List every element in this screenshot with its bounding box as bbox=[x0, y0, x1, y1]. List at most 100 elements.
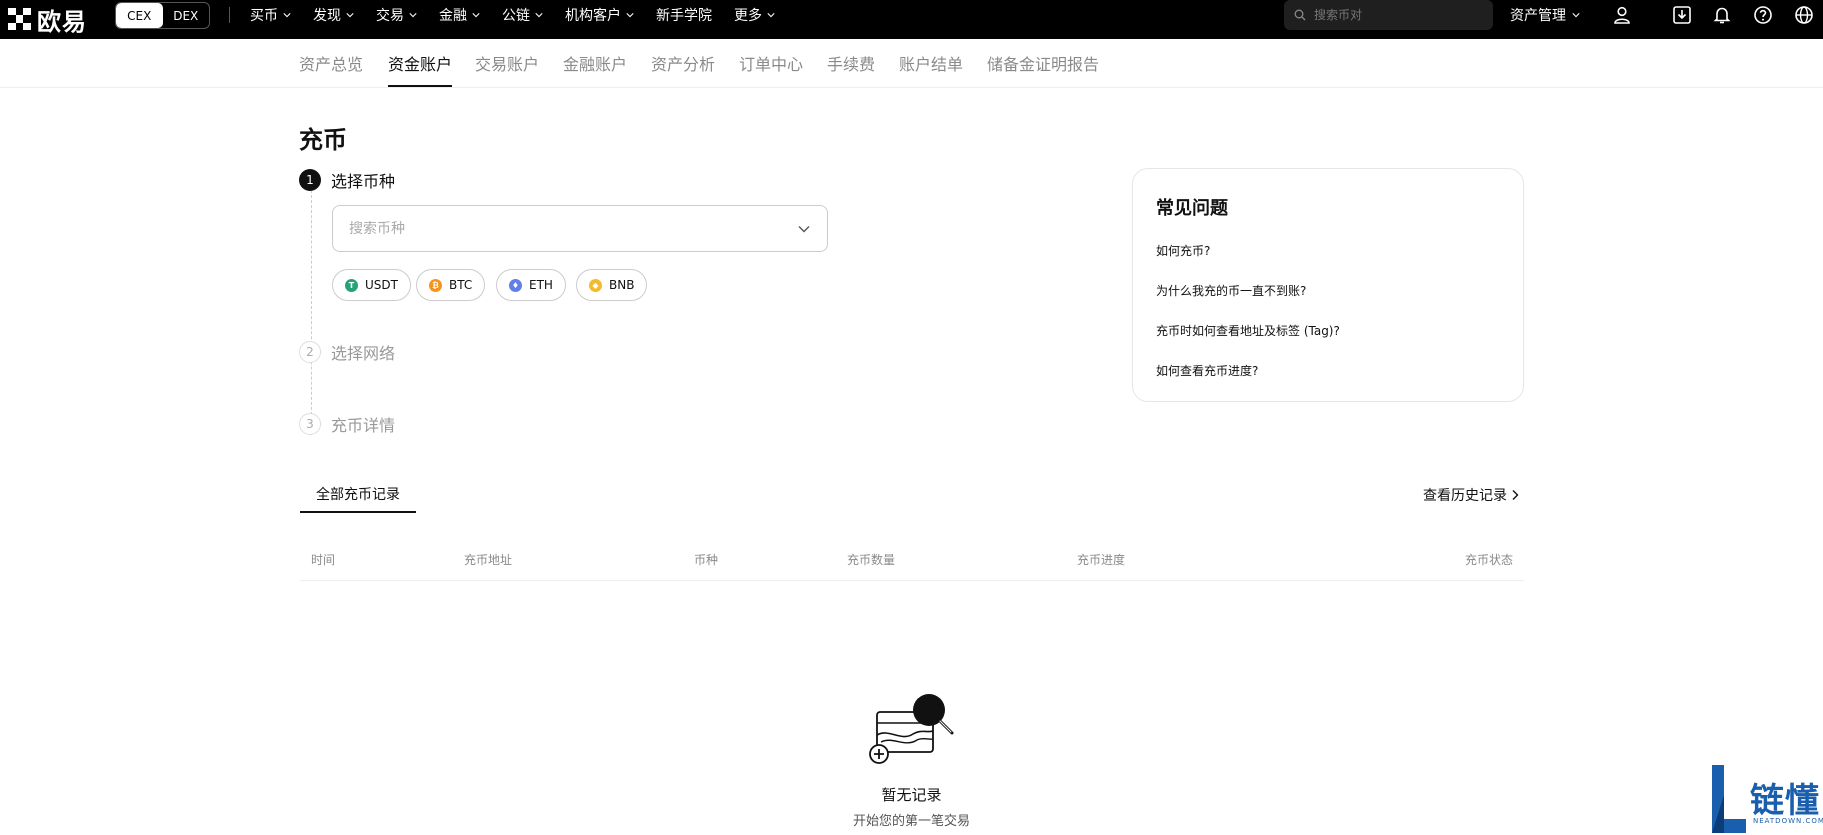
nav-learn[interactable]: 新手学院 bbox=[656, 5, 712, 25]
nav-institutional[interactable]: 机构客户 bbox=[565, 5, 634, 25]
chevron-down-icon bbox=[626, 13, 634, 18]
asset-management-label: 资产管理 bbox=[1510, 8, 1566, 24]
download-icon[interactable] bbox=[1670, 3, 1694, 27]
chevron-down-icon bbox=[472, 13, 480, 18]
empty-title: 暂无记录 bbox=[881, 786, 942, 804]
chevron-down-icon bbox=[767, 13, 775, 18]
bnb-icon: ◆ bbox=[589, 278, 602, 292]
step-select-coin: 1 选择币种 bbox=[299, 168, 395, 192]
tab-all-deposit-records[interactable]: 全部充币记录 bbox=[300, 472, 416, 513]
step-select-network: 2 选择网络 bbox=[299, 340, 395, 364]
tab-order-center[interactable]: 订单中心 bbox=[739, 51, 803, 87]
column-header: 充币状态 bbox=[1464, 553, 1513, 567]
watermark-l-mark-icon bbox=[1712, 765, 1746, 833]
column-header: 币种 bbox=[694, 553, 719, 567]
coin-select-dropdown[interactable] bbox=[332, 205, 828, 252]
usdt-icon: T bbox=[345, 278, 358, 292]
tab-statements[interactable]: 账户结单 bbox=[899, 51, 963, 87]
quick-coin-eth[interactable]: ♦ ETH bbox=[496, 269, 566, 301]
brand-name: 欧易 bbox=[37, 7, 87, 36]
chevron-down-icon bbox=[535, 13, 543, 18]
faq-card: 常见问题 如何充币? 为什么我充的币一直不到账? 充币时如何查看地址及标签 (T… bbox=[1132, 168, 1524, 402]
coin-symbol: USDT bbox=[365, 278, 398, 292]
tab-trading-account[interactable]: 交易账户 bbox=[475, 51, 539, 87]
step-label: 选择网络 bbox=[331, 344, 396, 363]
step-connector bbox=[311, 190, 312, 420]
chevron-down-icon bbox=[409, 13, 417, 18]
watermark-logo: 链懂 NEATDOWN.COM bbox=[1708, 763, 1823, 835]
logo-mark-icon bbox=[8, 7, 31, 31]
tab-finance-account[interactable]: 金融账户 bbox=[563, 51, 627, 87]
column-header: 充币数量 bbox=[847, 553, 896, 567]
asset-management-menu[interactable]: 资产管理 bbox=[1510, 0, 1580, 30]
account-sub-nav: 资产总览 资金账户 交易账户 金融账户 资产分析 订单中心 手续费 账户结单 储… bbox=[0, 39, 1823, 88]
user-icon[interactable] bbox=[1610, 3, 1634, 27]
chevron-right-icon bbox=[1512, 490, 1519, 500]
divider bbox=[229, 7, 230, 23]
coin-symbol: ETH bbox=[529, 278, 553, 292]
nav-trade[interactable]: 交易 bbox=[376, 5, 417, 25]
quick-coin-bnb[interactable]: ◆ BNB bbox=[576, 269, 648, 301]
empty-subtitle: 开始您的第一笔交易 bbox=[852, 814, 970, 829]
tab-funding-account[interactable]: 资金账户 bbox=[388, 51, 453, 87]
empty-records-icon bbox=[869, 694, 954, 764]
step-label: 充币详情 bbox=[331, 416, 396, 435]
cex-dex-switch: CEX DEX bbox=[115, 2, 210, 29]
help-icon[interactable] bbox=[1751, 3, 1775, 27]
nav-label: 公链 bbox=[502, 8, 530, 24]
view-history-link[interactable]: 查看历史记录 bbox=[1423, 485, 1520, 505]
coin-symbol: BTC bbox=[449, 278, 473, 292]
nav-chain[interactable]: 公链 bbox=[502, 5, 543, 25]
coin-search-input[interactable] bbox=[349, 220, 769, 237]
top-nav: 买币 发现 交易 金融 公链 机构客户 新手学院 更多 bbox=[250, 0, 775, 30]
column-header: 充币进度 bbox=[1077, 553, 1126, 567]
nav-label: 发现 bbox=[313, 8, 341, 24]
pair-search[interactable] bbox=[1284, 0, 1493, 30]
column-header: 时间 bbox=[311, 553, 336, 567]
tab-fees[interactable]: 手续费 bbox=[827, 51, 875, 87]
coin-symbol: BNB bbox=[609, 278, 635, 292]
nav-label: 新手学院 bbox=[656, 8, 712, 24]
step-number: 2 bbox=[299, 341, 321, 363]
cex-toggle[interactable]: CEX bbox=[116, 3, 163, 28]
nav-label: 买币 bbox=[250, 8, 278, 24]
globe-icon[interactable] bbox=[1792, 3, 1816, 27]
bell-icon[interactable] bbox=[1710, 3, 1734, 27]
chevron-down-icon bbox=[283, 13, 291, 18]
chevron-down-icon bbox=[1572, 13, 1580, 18]
tab-asset-overview[interactable]: 资产总览 bbox=[299, 51, 363, 87]
nav-more[interactable]: 更多 bbox=[734, 5, 775, 25]
watermark-subtext: NEATDOWN.COM bbox=[1753, 817, 1823, 825]
pair-search-input[interactable] bbox=[1314, 8, 1474, 22]
faq-item[interactable]: 为什么我充的币一直不到账? bbox=[1156, 282, 1306, 299]
nav-buy-crypto[interactable]: 买币 bbox=[250, 5, 291, 25]
search-icon bbox=[1294, 9, 1306, 21]
chevron-down-icon bbox=[346, 13, 354, 18]
dex-toggle[interactable]: DEX bbox=[163, 3, 210, 28]
quick-coin-btc[interactable]: ₿ BTC bbox=[416, 269, 486, 301]
nav-label: 机构客户 bbox=[565, 8, 621, 24]
faq-item[interactable]: 如何充币? bbox=[1156, 242, 1210, 259]
faq-item[interactable]: 充币时如何查看地址及标签 (Tag)? bbox=[1156, 322, 1340, 339]
faq-title: 常见问题 bbox=[1156, 198, 1228, 219]
nav-finance[interactable]: 金融 bbox=[439, 5, 480, 25]
btc-icon: ₿ bbox=[429, 278, 442, 292]
chevron-down-icon bbox=[798, 225, 810, 232]
nav-discover[interactable]: 发现 bbox=[313, 5, 354, 25]
tab-asset-analysis[interactable]: 资产分析 bbox=[651, 51, 715, 87]
step-label: 选择币种 bbox=[331, 172, 396, 191]
nav-label: 更多 bbox=[734, 8, 762, 24]
brand-logo[interactable]: 欧易 bbox=[8, 4, 87, 36]
page-title: 充币 bbox=[299, 126, 347, 154]
faq-item[interactable]: 如何查看充币进度? bbox=[1156, 362, 1258, 379]
tab-proof-of-reserves[interactable]: 储备金证明报告 bbox=[987, 51, 1099, 87]
eth-icon: ♦ bbox=[509, 278, 522, 292]
records-table-header: 时间 充币地址 币种 充币数量 充币进度 充币状态 bbox=[300, 543, 1524, 581]
step-number: 3 bbox=[299, 413, 321, 435]
step-number: 1 bbox=[299, 169, 321, 191]
column-header: 充币地址 bbox=[464, 553, 513, 567]
top-bar: 欧易 CEX DEX 买币 发现 交易 金融 公链 机构客户 新手学院 更多 资… bbox=[0, 0, 1823, 39]
quick-coin-usdt[interactable]: T USDT bbox=[332, 269, 411, 301]
nav-label: 交易 bbox=[376, 8, 404, 24]
history-link-label: 查看历史记录 bbox=[1423, 488, 1507, 504]
